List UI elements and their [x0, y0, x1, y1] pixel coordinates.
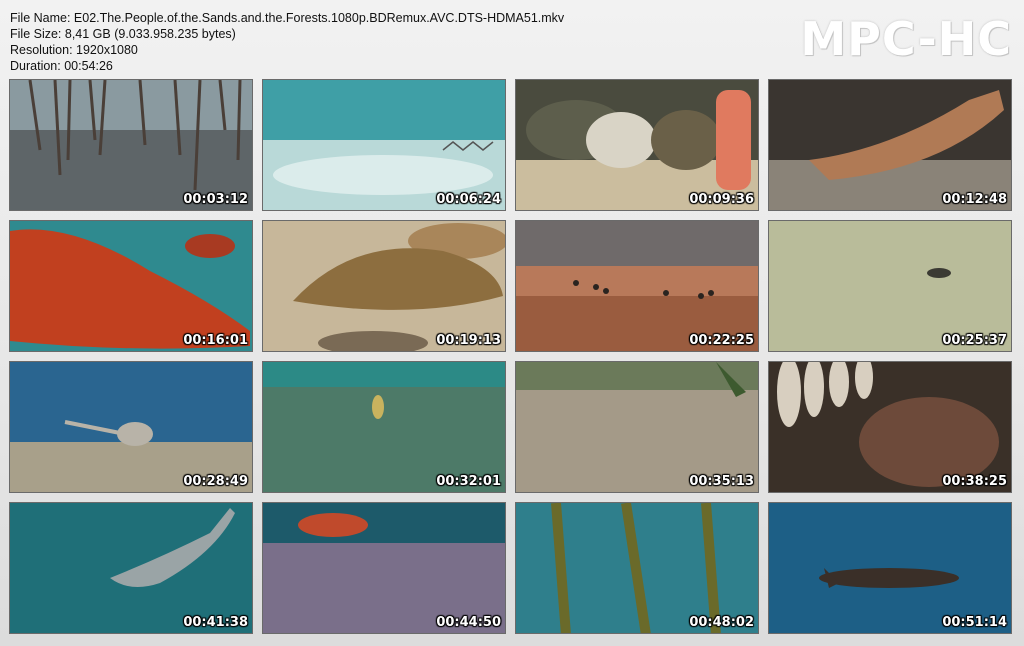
thumbnail: 00:35:13 — [515, 361, 759, 493]
timestamp-label: 00:35:13 — [689, 474, 754, 489]
thumbnail: 00:12:48 — [768, 79, 1012, 211]
thumbnail-image — [263, 80, 505, 210]
timestamp-label: 00:38:25 — [942, 474, 1007, 489]
thumbnail: 00:41:38 — [9, 502, 253, 634]
duration-text: Duration: 00:54:26 — [10, 59, 113, 73]
thumbnail-image — [769, 221, 1011, 351]
thumbnail: 00:38:25 — [768, 361, 1012, 493]
timestamp-label: 00:51:14 — [942, 615, 1007, 630]
thumbnail: 00:22:25 — [515, 220, 759, 352]
thumbnail: 00:28:49 — [9, 361, 253, 493]
timestamp-label: 00:12:48 — [942, 192, 1007, 207]
thumbnail-image — [516, 221, 758, 351]
thumbnail-image — [263, 503, 505, 633]
thumbnail-image — [263, 221, 505, 351]
thumbnail: 00:06:24 — [262, 79, 506, 211]
timestamp-label: 00:41:38 — [183, 615, 248, 630]
timestamp-label: 00:03:12 — [183, 192, 248, 207]
file-size-text: File Size: 8,41 GB (9.033.958.235 bytes) — [10, 27, 236, 41]
mpc-hc-logo: MPC-HC — [800, 12, 1012, 66]
thumbnail-image — [10, 362, 252, 492]
thumbnail: 00:32:01 — [262, 361, 506, 493]
timestamp-label: 00:44:50 — [436, 615, 501, 630]
timestamp-label: 00:28:49 — [183, 474, 248, 489]
thumbnail: 00:44:50 — [262, 502, 506, 634]
timestamp-label: 00:09:36 — [689, 192, 754, 207]
thumbnail: 00:25:37 — [768, 220, 1012, 352]
file-name-text: File Name: E02.The.People.of.the.Sands.a… — [10, 11, 565, 25]
timestamp-label: 00:48:02 — [689, 615, 754, 630]
thumbnail-grid: 00:03:12 00:06:24 00:09:36 00:12:48 00:1… — [9, 79, 1012, 634]
thumbnail-image — [10, 503, 252, 633]
thumbnail-image — [769, 362, 1011, 492]
thumbnail-image — [10, 221, 252, 351]
thumbnail-image — [769, 80, 1011, 210]
thumbnail: 00:19:13 — [262, 220, 506, 352]
thumbnail-image — [263, 362, 505, 492]
timestamp-label: 00:16:01 — [183, 333, 248, 348]
timestamp-label: 00:19:13 — [436, 333, 501, 348]
thumbnail-image — [516, 362, 758, 492]
file-info: File Name: E02.The.People.of.the.Sands.a… — [10, 10, 564, 74]
resolution-text: Resolution: 1920x1080 — [10, 43, 138, 57]
thumbnail: 00:09:36 — [515, 79, 759, 211]
thumbnail-image — [10, 80, 252, 210]
thumbnail-image — [769, 503, 1011, 633]
thumbnail: 00:48:02 — [515, 502, 759, 634]
thumbnail: 00:51:14 — [768, 502, 1012, 634]
thumbnail: 00:03:12 — [9, 79, 253, 211]
thumbnail-image — [516, 80, 758, 210]
timestamp-label: 00:06:24 — [436, 192, 501, 207]
thumbnail-image — [516, 503, 758, 633]
timestamp-label: 00:25:37 — [942, 333, 1007, 348]
timestamp-label: 00:32:01 — [436, 474, 501, 489]
thumbnail: 00:16:01 — [9, 220, 253, 352]
timestamp-label: 00:22:25 — [689, 333, 754, 348]
